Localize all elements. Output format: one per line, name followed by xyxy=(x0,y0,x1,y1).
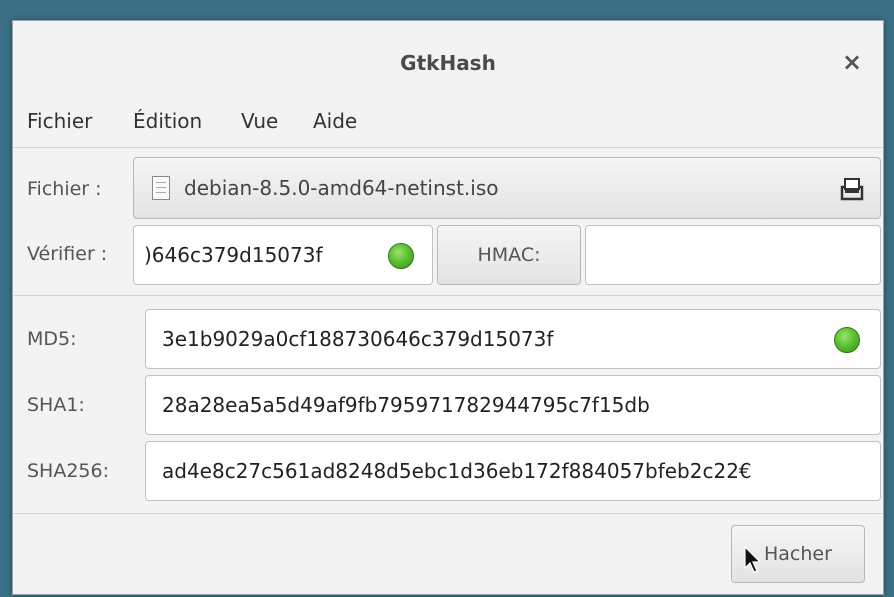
verify-input[interactable]: )646c379d15073f xyxy=(133,225,433,285)
menu-separator xyxy=(13,147,883,148)
hmac-key-input[interactable] xyxy=(585,225,881,285)
md5-value: 3e1b9029a0cf188730646c379d15073f xyxy=(162,327,554,351)
mouse-cursor-icon xyxy=(744,540,762,596)
match-indicator-icon xyxy=(388,243,414,269)
title-bar: GtkHash × xyxy=(13,21,883,99)
bottom-separator xyxy=(13,513,883,514)
verify-value: )646c379d15073f xyxy=(144,243,323,267)
hash-button-label: Hacher xyxy=(764,543,832,565)
menu-aide[interactable]: Aide xyxy=(313,109,357,133)
menu-edition[interactable]: Édition xyxy=(133,109,202,133)
sha1-label: SHA1: xyxy=(27,394,85,416)
hmac-button[interactable]: HMAC: xyxy=(437,225,581,285)
gtkhash-window: GtkHash × Fichier Édition Vue Aide Fichi… xyxy=(12,20,884,595)
file-name: debian-8.5.0-amd64-netinst.iso xyxy=(184,176,499,200)
menu-bar: Fichier Édition Vue Aide xyxy=(13,105,883,145)
menu-fichier[interactable]: Fichier xyxy=(27,109,92,133)
md5-label: MD5: xyxy=(27,328,77,350)
hash-button[interactable]: Hacher xyxy=(731,525,865,583)
close-icon[interactable]: × xyxy=(839,49,865,75)
sha1-value: 28a28ea5a5d49af9fb795971782944795c7f15db xyxy=(162,393,650,417)
window-title: GtkHash xyxy=(400,51,496,75)
verify-label: Vérifier : xyxy=(27,243,108,265)
section-separator xyxy=(13,295,883,296)
file-chooser-button[interactable]: debian-8.5.0-amd64-netinst.iso xyxy=(133,157,881,219)
file-label: Fichier : xyxy=(27,178,102,200)
sha256-value: ad4e8c27c561ad8248d5ebc1d36eb172f884057b… xyxy=(162,459,752,483)
sha1-output[interactable]: 28a28ea5a5d49af9fb795971782944795c7f15db xyxy=(145,375,881,435)
md5-output[interactable]: 3e1b9029a0cf188730646c379d15073f xyxy=(145,309,881,369)
menu-vue[interactable]: Vue xyxy=(241,109,278,133)
file-icon xyxy=(152,176,170,200)
md5-match-icon xyxy=(834,327,860,353)
sha256-label: SHA256: xyxy=(27,460,110,482)
open-file-icon xyxy=(840,175,864,201)
sha256-output[interactable]: ad4e8c27c561ad8248d5ebc1d36eb172f884057b… xyxy=(145,441,881,501)
